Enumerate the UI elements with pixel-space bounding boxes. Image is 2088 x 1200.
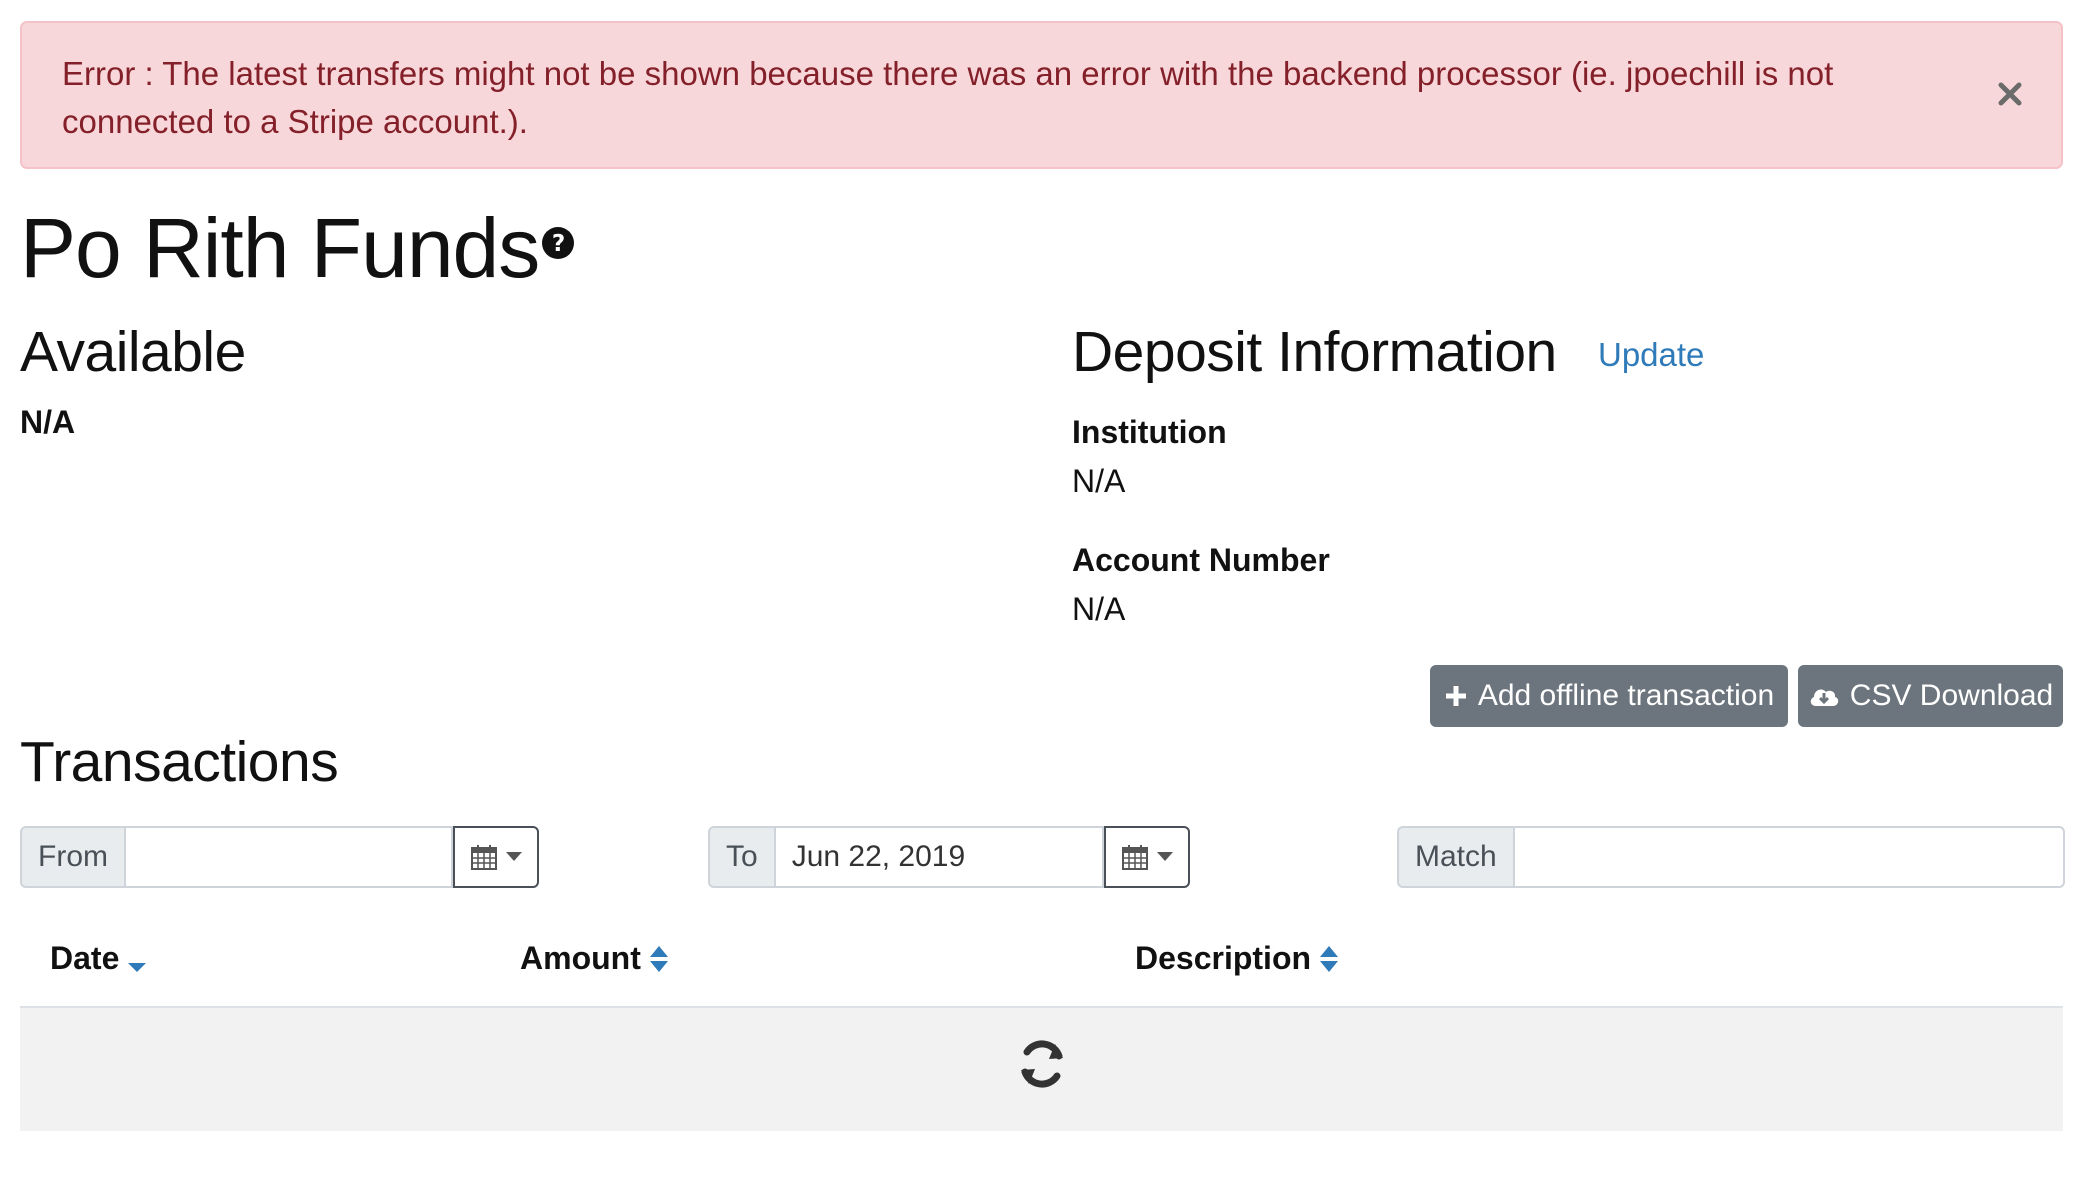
column-header-date[interactable]: Date bbox=[50, 940, 147, 977]
question-circle-icon[interactable]: ? bbox=[541, 226, 575, 260]
cloud-download-icon bbox=[1810, 689, 1838, 706]
caret-down-icon bbox=[1156, 852, 1173, 861]
calendar-icon bbox=[1121, 845, 1148, 870]
transactions-heading: Transactions bbox=[20, 730, 339, 794]
match-label: Match bbox=[1397, 826, 1513, 888]
caret-down-icon bbox=[506, 852, 522, 861]
plus-icon bbox=[1445, 686, 1466, 706]
institution-value: N/A bbox=[1072, 463, 1126, 499]
page-title: Po Rith Funds ? bbox=[20, 200, 575, 297]
institution-label: Institution bbox=[1072, 414, 1227, 450]
account-number-label: Account Number bbox=[1072, 542, 1330, 578]
from-calendar-button[interactable] bbox=[453, 826, 539, 888]
deposit-heading: Deposit Information bbox=[1072, 320, 1557, 384]
from-label: From bbox=[20, 826, 124, 888]
sort-icon bbox=[649, 945, 668, 972]
close-icon[interactable] bbox=[1995, 79, 2025, 109]
account-number-value: N/A bbox=[1072, 591, 1126, 627]
available-heading: Available bbox=[20, 320, 246, 384]
sort-desc-icon bbox=[128, 962, 147, 972]
error-alert: Error : The latest transfers might not b… bbox=[20, 21, 2063, 169]
column-header-description[interactable]: Description bbox=[1135, 940, 1339, 977]
csv-download-button[interactable]: CSV Download bbox=[1798, 665, 2063, 727]
match-input[interactable] bbox=[1512, 826, 2065, 888]
from-date-input[interactable] bbox=[124, 826, 453, 888]
from-date-group: From bbox=[20, 826, 539, 888]
error-alert-text: Error : The latest transfers might not b… bbox=[62, 55, 1834, 140]
page-title-text: Po Rith Funds bbox=[20, 201, 540, 295]
calendar-icon bbox=[471, 845, 497, 870]
refresh-icon bbox=[1021, 1040, 1063, 1088]
to-calendar-button[interactable] bbox=[1103, 826, 1190, 888]
update-link[interactable]: Update bbox=[1598, 336, 1704, 374]
to-date-group: To Jun 22, 2019 bbox=[708, 826, 1190, 888]
csv-download-label: CSV Download bbox=[1849, 679, 2054, 712]
to-date-input[interactable]: Jun 22, 2019 bbox=[773, 826, 1104, 888]
add-offline-transaction-button[interactable]: Add offline transaction bbox=[1430, 665, 1788, 727]
column-header-label: Amount bbox=[520, 940, 641, 976]
column-header-amount[interactable]: Amount bbox=[520, 940, 669, 977]
column-header-label: Date bbox=[50, 940, 120, 976]
column-header-label: Description bbox=[1135, 940, 1312, 976]
svg-text:?: ? bbox=[552, 231, 564, 257]
to-label: To bbox=[708, 826, 774, 888]
sort-icon bbox=[1320, 945, 1339, 972]
match-group: Match bbox=[1397, 826, 2065, 888]
add-offline-transaction-label: Add offline transaction bbox=[1477, 679, 1775, 712]
available-value: N/A bbox=[20, 404, 76, 440]
